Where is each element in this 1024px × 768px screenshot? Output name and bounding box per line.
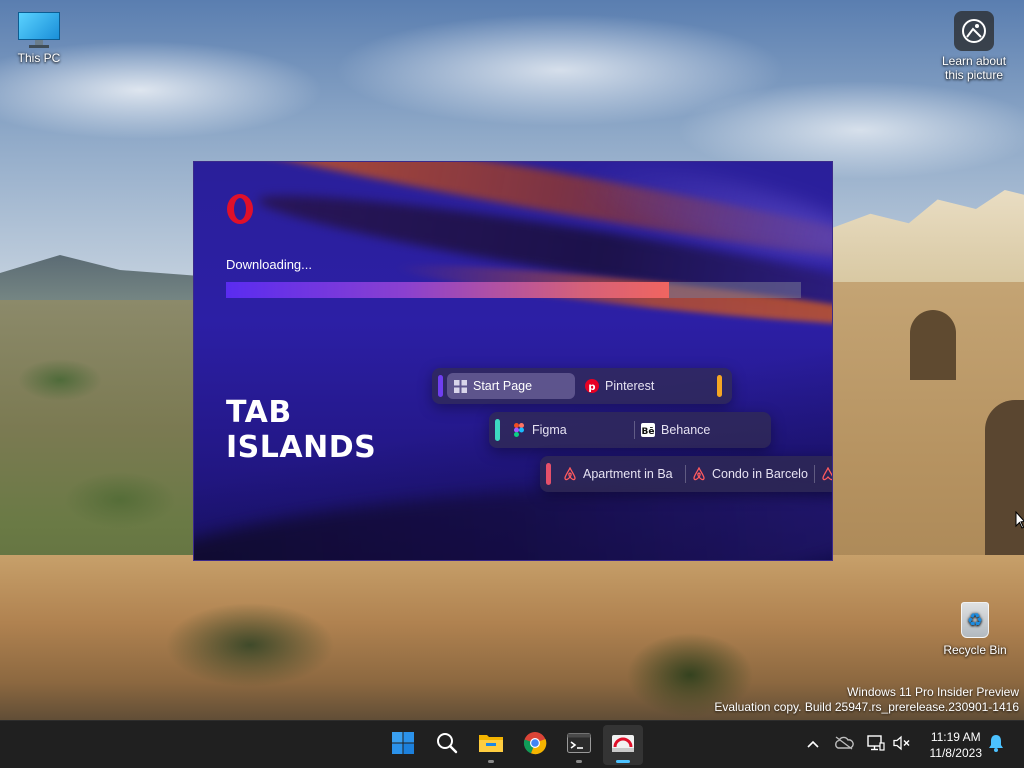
opera-logo-icon — [225, 192, 255, 226]
clock-date: 11/8/2023 — [929, 746, 983, 760]
svg-text:Bē: Bē — [642, 427, 655, 437]
desktop-icon-learn-about-picture[interactable]: Learn about this picture — [932, 11, 1016, 82]
terminal-icon — [567, 732, 591, 758]
opera-installer-taskbar-button[interactable] — [603, 725, 643, 765]
windows-evaluation-watermark: Windows 11 Pro Insider Preview Evaluatio… — [714, 685, 1019, 715]
island-accent-bar — [438, 375, 443, 397]
island-accent-bar — [546, 463, 551, 485]
svg-text:p: p — [588, 382, 595, 393]
opera-installer-window: Downloading... TAB ISLANDS Start Page p … — [193, 161, 833, 561]
feature-headline-line: TAB — [226, 395, 292, 430]
taskbar-search-button[interactable] — [427, 725, 467, 765]
desktop-icon-label: this picture — [944, 68, 1004, 82]
tab-island-3: Apartment in Ba Condo in Barcelo — [540, 456, 832, 492]
tab-island-2: Figma Bē Behance — [489, 412, 771, 448]
download-progress-bar — [226, 282, 801, 298]
bell-icon — [988, 734, 1004, 757]
desktop-icon-this-pc[interactable]: This PC — [0, 12, 81, 65]
watermark-line: Evaluation copy. Build 25947.rs_prerelea… — [714, 700, 1019, 714]
network-icon — [867, 734, 885, 756]
opera-installer-icon — [611, 731, 635, 760]
taskbar: 11:19 AM 11/8/2023 — [0, 720, 1024, 768]
watermark-line: Windows 11 Pro Insider Preview — [847, 685, 1019, 699]
airbnb-icon — [692, 467, 706, 481]
download-status-text: Downloading... — [226, 257, 312, 272]
tab-apartment: Apartment in Ba — [557, 461, 685, 487]
figma-icon — [512, 423, 526, 437]
onedrive-tray-button[interactable] — [834, 735, 854, 755]
wallpaper-bridge-arch — [910, 310, 956, 380]
start-button[interactable] — [383, 725, 423, 765]
monitor-icon — [18, 12, 60, 48]
clock-time: 11:19 AM — [930, 730, 981, 744]
tab-figma: Figma — [506, 417, 634, 443]
island-accent-bar — [495, 419, 500, 441]
desktop-icon-label: Recycle Bin — [943, 643, 1007, 657]
volume-tray-button[interactable] — [892, 735, 912, 755]
chrome-icon — [523, 731, 547, 760]
recycle-bin-icon: ♻ — [957, 598, 993, 640]
feature-headline-line: ISLANDS — [226, 430, 377, 465]
tab-overflow — [815, 461, 832, 487]
desktop-icon-label: Learn about — [941, 54, 1007, 68]
taskbar-clock[interactable]: 11:19 AM 11/8/2023 — [930, 729, 983, 761]
feature-headline: TAB ISLANDS — [226, 395, 376, 465]
running-indicator — [488, 760, 494, 763]
chevron-up-icon — [806, 736, 820, 754]
tab-pinterest: p Pinterest — [579, 373, 707, 399]
wallpaper-bridge-arch — [985, 400, 1024, 560]
tab-start-page: Start Page — [447, 373, 575, 399]
tab-label: Figma — [532, 423, 567, 437]
speaker-muted-icon — [893, 735, 911, 756]
desktop-icon-recycle-bin[interactable]: ♻ Recycle Bin — [933, 598, 1017, 657]
running-indicator — [576, 760, 582, 763]
airbnb-icon — [821, 467, 832, 481]
download-progress-fill — [226, 282, 669, 298]
active-indicator — [616, 760, 630, 763]
mouse-cursor-icon — [1015, 510, 1024, 529]
desktop-icon-label: This PC — [17, 51, 61, 65]
tab-condo: Condo in Barcelo — [686, 461, 814, 487]
tab-label: Start Page — [473, 379, 533, 393]
onedrive-icon — [834, 735, 854, 755]
file-explorer-button[interactable] — [471, 725, 511, 765]
pinterest-icon: p — [585, 379, 599, 393]
tab-label: Behance — [661, 423, 711, 437]
behance-icon: Bē — [641, 423, 655, 437]
network-tray-button[interactable] — [866, 734, 886, 756]
terminal-button[interactable] — [559, 725, 599, 765]
windows-icon — [392, 731, 414, 759]
tab-behance: Bē Behance — [635, 417, 763, 443]
tab-island-1: Start Page p Pinterest — [432, 368, 732, 404]
tab-label: Apartment in Ba — [583, 467, 673, 481]
show-hidden-icons-button[interactable] — [803, 735, 823, 755]
airbnb-icon — [563, 467, 577, 481]
search-icon — [436, 732, 458, 759]
folder-icon — [478, 732, 504, 759]
camera-info-icon — [954, 11, 994, 51]
notifications-button[interactable] — [986, 734, 1006, 757]
tab-label: Pinterest — [605, 379, 655, 393]
tab-label: Condo in Barcelo — [712, 467, 808, 481]
grid-icon — [453, 379, 467, 393]
island-accent-bar — [717, 375, 722, 397]
chrome-button[interactable] — [515, 725, 555, 765]
